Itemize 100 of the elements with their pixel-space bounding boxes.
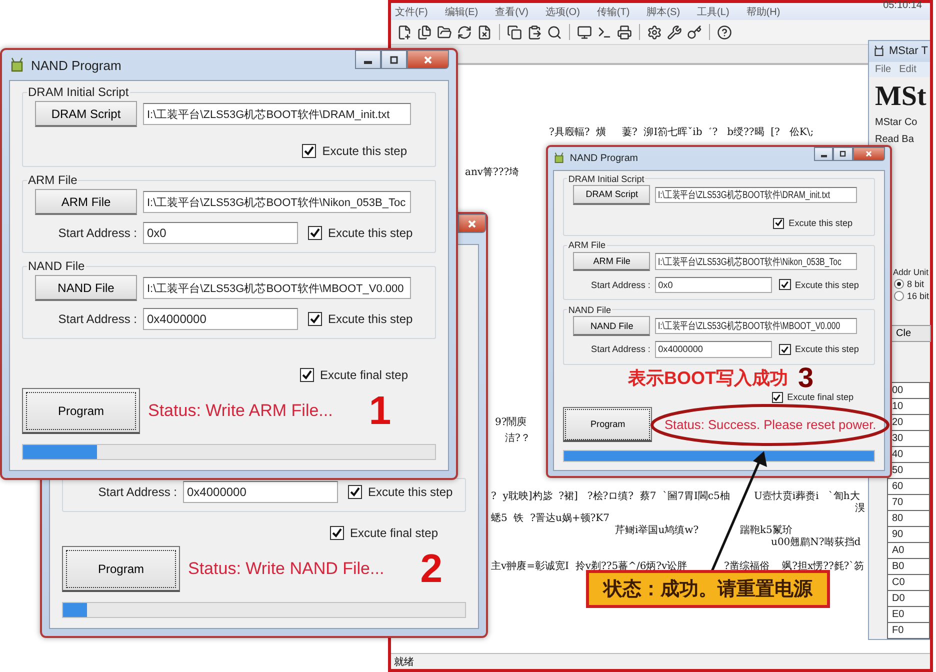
checkbox[interactable] [302,144,316,158]
terminal-text: 湨 [855,502,865,515]
browse-button[interactable]: DRAM Script [573,185,650,205]
key-icon[interactable] [687,24,702,40]
checkbox[interactable] [773,218,784,229]
close-button[interactable] [407,50,449,69]
menu-item[interactable]: Edit [899,64,916,75]
delete-file-icon[interactable] [477,24,492,40]
table-cell: B0 [887,559,930,575]
checkbox-label: Excute final step [320,368,408,382]
radio-button[interactable] [894,278,904,289]
program-button[interactable]: Program [62,546,180,592]
clear-button[interactable]: Cle [891,324,931,342]
menu-item[interactable]: 帮助(H) [746,4,780,18]
radio-button[interactable] [894,290,904,301]
terminal-text: U壼忕贲i葬赉i `訇h大 [754,490,860,503]
settings-icon[interactable] [647,24,662,40]
window-title: NAND Program [570,152,638,164]
step-number: 2 [420,549,442,589]
callout-box: 状态：成功。请重置电源 [586,570,830,608]
maximize-icon [389,54,399,64]
checkbox-label: Excute this step [368,485,453,499]
browse-button[interactable]: NAND File [35,275,137,301]
address-field[interactable]: 0x4000000 [654,341,772,358]
program-button[interactable]: Program [22,388,140,434]
address-field[interactable]: 0x4000000 [143,308,298,330]
app-icon [553,152,566,164]
path-field[interactable]: I:\工装平台\ZLS53G机芯BOOT软件\Nikon_053B_Toc [143,191,411,213]
refresh-icon[interactable] [457,24,472,40]
folder-icon[interactable] [437,24,452,40]
copy-icon[interactable] [507,24,522,40]
field-label: Start Address : [590,344,650,354]
checkbox[interactable] [348,485,362,499]
address-field[interactable]: 0x0 [143,222,298,244]
field-label: Start Address : [97,485,177,499]
menu-item[interactable]: 文件(F) [395,4,428,18]
terminal-text: 踹鞄k5鬣玠 [740,524,792,536]
menu-item[interactable]: 查看(V) [495,4,528,18]
browse-button[interactable]: ARM File [573,252,650,272]
group-title: DRAM Initial Script [567,174,646,184]
checkbox[interactable] [300,368,314,382]
close-button[interactable] [458,214,486,233]
address-field[interactable]: 0x4000000 [183,481,338,503]
minimize-button[interactable] [814,147,834,162]
group-title: NAND File [567,304,612,315]
browse-button[interactable]: DRAM Script [35,101,137,127]
terminal-icon[interactable] [597,24,612,40]
paste-icon[interactable] [527,24,542,40]
files-icon[interactable] [417,24,432,40]
browse-button[interactable]: ARM File [35,189,137,215]
path-field[interactable]: I:\工装平台\ZLS53G机芯BOOT软件\Nikon_053B_Toc [654,253,858,270]
printer-icon[interactable] [617,24,632,40]
radio-label: 8 bit [907,278,924,289]
clock-text: 05:10:14 [883,0,922,11]
app-icon [873,45,885,58]
table-cell: A0 [887,543,930,559]
menu-item[interactable]: 脚本(S) [646,4,680,18]
new-file-icon[interactable] [397,24,412,40]
terminal-text: ?具廏輻? 熿 萋? 泖I箚七晖ˇib゛? b绶??暍 [? 伀K\; [549,126,814,139]
radio-label: 16 bit [907,290,930,301]
checkbox-label: Excute this step [328,312,413,326]
maximize-button[interactable] [833,147,854,162]
section-label: Read Ba [874,132,915,145]
menu-item[interactable]: File [875,64,892,75]
maximize-button[interactable] [381,50,407,69]
path-field[interactable]: I:\工装平台\ZLS53G机芯BOOT软件\MBOOT_V0.000 [143,277,411,299]
menu-item[interactable]: 传输(T) [596,4,630,18]
address-field[interactable]: 0x0 [654,276,772,294]
menu-item[interactable]: 选项(O) [545,4,580,18]
help-icon[interactable] [717,24,732,40]
checkbox[interactable] [772,392,783,403]
checkbox[interactable] [308,226,322,240]
checkbox[interactable] [330,526,344,540]
terminal-text: ? y耽映]杓毖 ?裙] ?桧?ロ缜? 蔡7 `圙7胃I閪c5柚 [491,490,730,503]
checkbox[interactable] [779,279,790,290]
browse-button[interactable]: NAND File [573,316,650,336]
terminal-text: ?凿综福俗 飒?担x愣??毵?`笏 [724,560,864,573]
program-button[interactable]: Program [563,407,652,442]
status-text: Status: Write NAND File... [188,559,384,579]
menu-item[interactable]: 编辑(E) [444,4,478,18]
field-label: Start Address : [57,226,137,240]
table-cell: E0 [887,607,930,623]
minimize-icon [820,155,827,158]
checkbox[interactable] [308,312,322,326]
checkbox[interactable] [779,344,790,355]
field-label: Start Address : [57,312,137,326]
checkbox-label: Excute this step [795,280,859,290]
path-field[interactable]: I:\工装平台\ZLS53G机芯BOOT软件\DRAM_init.txt [143,103,411,125]
minimize-button[interactable] [355,50,381,69]
wrench-icon[interactable] [667,24,682,40]
close-button[interactable] [853,147,885,162]
menu-item[interactable]: 工具(L) [697,4,730,18]
terminal-text: 主v翀赓=彰诚宽I 拎v剃??5蕃^/6炳?v讼胖 [491,560,688,573]
path-field[interactable]: I:\工装平台\ZLS53G机芯BOOT软件\DRAM_init.txt [654,186,858,204]
checkbox-label: Excute this step [328,226,413,240]
checkbox-label: Excute final step [350,526,438,540]
monitor-icon[interactable] [577,24,592,40]
search-icon[interactable] [547,24,562,40]
path-field[interactable]: I:\工装平台\ZLS53G机芯BOOT软件\MBOOT_V0.000 [654,318,858,334]
terminal-text: 蟋5 铁 ?詈达u娲+顿?K7 [491,512,610,525]
